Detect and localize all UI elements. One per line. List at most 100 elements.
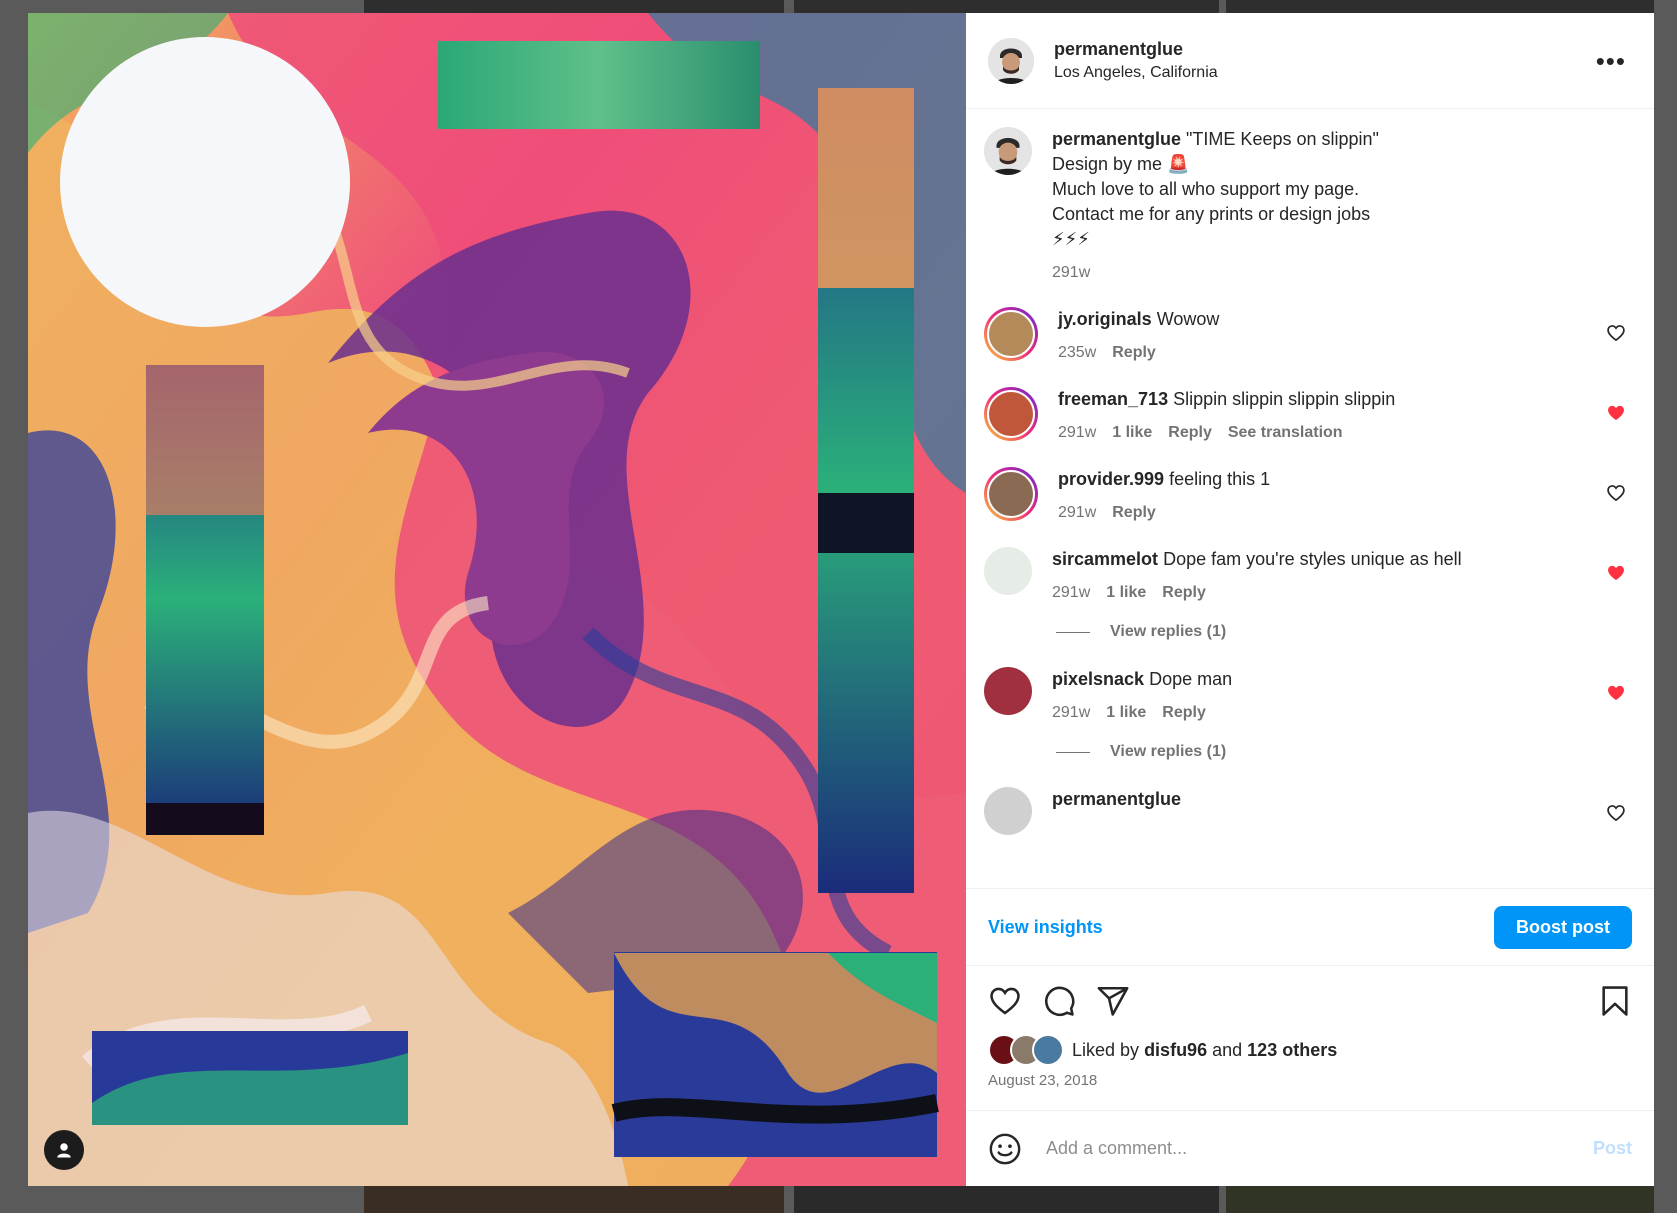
post-side-panel: permanentglue Los Angeles, California ••…	[966, 13, 1654, 1186]
caption-text: "TIME Keeps on slippin"	[1186, 129, 1379, 149]
liker-avatars[interactable]	[988, 1034, 1064, 1066]
comment-time[interactable]: 291w	[1058, 420, 1096, 445]
replies-divider	[1056, 631, 1090, 633]
caption-text: Contact me for any prints or design jobs	[1052, 204, 1371, 224]
owner-username[interactable]: permanentglue	[1054, 39, 1590, 60]
commenter-avatar[interactable]	[987, 470, 1035, 518]
emoji-icon[interactable]	[988, 1132, 1022, 1166]
more-options-icon[interactable]: •••	[1590, 48, 1632, 74]
liked-heart-icon[interactable]	[1606, 403, 1626, 423]
view-replies-label: View replies (1)	[1110, 743, 1227, 760]
story-ring[interactable]	[984, 467, 1038, 521]
post-header: permanentglue Los Angeles, California ••…	[966, 13, 1654, 109]
comment-row: jy.originals Wowow 235w Reply	[984, 307, 1636, 365]
comment-time[interactable]: 235w	[1058, 340, 1096, 365]
comments-list[interactable]: permanentglue "TIME Keeps on slippin" De…	[966, 109, 1654, 888]
commenter-username[interactable]: provider.999	[1058, 469, 1164, 489]
reply-button[interactable]: Reply	[1112, 340, 1156, 365]
post-date[interactable]: August 23, 2018	[988, 1072, 1632, 1089]
boost-post-button[interactable]: Boost post	[1494, 905, 1632, 949]
scroll-fade	[966, 874, 1654, 888]
comment-time[interactable]: 291w	[1052, 700, 1090, 725]
heart-icon[interactable]	[1606, 323, 1626, 343]
caption-username[interactable]: permanentglue	[1052, 129, 1181, 149]
like-heart-icon[interactable]	[988, 984, 1022, 1018]
caption-time[interactable]: 291w	[1052, 260, 1090, 285]
see-translation-button[interactable]: See translation	[1228, 420, 1343, 445]
background-tile	[794, 1186, 1219, 1213]
post-actions: Liked by disfu96 and 123 others August 2…	[966, 966, 1654, 1110]
background-tile	[1226, 1186, 1654, 1213]
comment-input[interactable]	[1044, 1137, 1593, 1160]
view-replies-label: View replies (1)	[1110, 623, 1227, 640]
post-location[interactable]: Los Angeles, California	[1054, 64, 1590, 82]
heart-icon[interactable]	[1606, 803, 1626, 823]
save-bookmark-icon[interactable]	[1598, 984, 1632, 1018]
owner-avatar[interactable]	[988, 37, 1034, 84]
background-tile	[1226, 0, 1654, 13]
avatar-image	[988, 37, 1034, 84]
caption-text: ⚡⚡⚡	[1052, 229, 1090, 249]
comment-container: jy.originals Wowow 235w Reply freeman_713 S…	[984, 307, 1636, 835]
liked-heart-icon[interactable]	[1606, 563, 1626, 583]
caption-avatar[interactable]	[984, 127, 1032, 175]
view-replies-button[interactable]: View replies (1)	[1056, 743, 1636, 761]
reply-button[interactable]: Reply	[1162, 700, 1206, 725]
comment-text: Wowow	[1156, 309, 1220, 329]
marbled-artwork	[28, 13, 966, 1186]
likes-prefix: Liked by	[1072, 1039, 1140, 1060]
commenter-username[interactable]: pixelsnack	[1052, 669, 1144, 689]
add-comment-bar: Post	[966, 1110, 1654, 1186]
comment-text: Slippin slippin slippin slippin	[1173, 389, 1396, 409]
tagged-users-button[interactable]	[44, 1130, 84, 1170]
comment-time[interactable]: 291w	[1058, 500, 1096, 525]
liked-heart-icon[interactable]	[1606, 683, 1626, 703]
replies-divider	[1056, 751, 1090, 753]
comment-bubble-icon[interactable]	[1042, 984, 1076, 1018]
heart-icon[interactable]	[1606, 483, 1626, 503]
story-ring[interactable]	[984, 387, 1038, 441]
comment-row: freeman_713 Slippin slippin slippin slip…	[984, 387, 1636, 445]
reply-button[interactable]: Reply	[1162, 580, 1206, 605]
caption-text: Much love to all who support my page.	[1052, 179, 1360, 199]
post-image[interactable]	[28, 13, 966, 1186]
comment-row: sircammelot Dope fam you're styles uniqu…	[984, 547, 1636, 605]
comment-text: Dope man	[1149, 669, 1233, 689]
liker-avatar	[1032, 1034, 1064, 1066]
reply-button[interactable]: Reply	[1168, 420, 1212, 445]
likes-summary: Liked by disfu96 and 123 others	[988, 1034, 1632, 1066]
caption: permanentglue "TIME Keeps on slippin" De…	[984, 127, 1636, 285]
story-ring[interactable]	[984, 307, 1038, 361]
view-insights-link[interactable]: View insights	[988, 917, 1103, 938]
commenter-username[interactable]: freeman_713	[1058, 389, 1168, 409]
reply-button[interactable]: Reply	[1112, 500, 1156, 525]
share-send-icon[interactable]	[1096, 984, 1130, 1018]
comment-time[interactable]: 291w	[1052, 580, 1090, 605]
comment-like-count[interactable]: 1 like	[1112, 420, 1152, 445]
commenter-username[interactable]: sircammelot	[1052, 549, 1158, 569]
comment-row: provider.999 feeling this 1 291w Reply	[984, 467, 1636, 525]
post-modal: permanentglue Los Angeles, California ••…	[28, 13, 1654, 1186]
liker-username[interactable]: disfu96	[1144, 1040, 1207, 1061]
commenter-avatar[interactable]	[984, 667, 1032, 715]
commenter-avatar[interactable]	[984, 787, 1032, 835]
background-tile	[794, 0, 1219, 13]
caption-text: Design by me 🚨	[1052, 154, 1190, 174]
user-icon	[57, 1143, 71, 1158]
view-replies-button[interactable]: View replies (1)	[1056, 623, 1636, 641]
post-comment-button[interactable]: Post	[1593, 1138, 1632, 1159]
avatar-image	[984, 127, 1032, 175]
comment-row: pixelsnack Dope man 291w 1 like Reply	[984, 667, 1636, 725]
background-tile	[364, 0, 784, 13]
commenter-username[interactable]: jy.originals	[1058, 309, 1152, 329]
likes-count[interactable]: 123 others	[1247, 1040, 1337, 1061]
commenter-avatar[interactable]	[987, 390, 1035, 438]
comment-row: permanentglue	[984, 787, 1636, 835]
commenter-username[interactable]: permanentglue	[1052, 789, 1181, 809]
comment-text: Dope fam you're styles unique as hell	[1163, 549, 1462, 569]
comment-like-count[interactable]: 1 like	[1106, 700, 1146, 725]
commenter-avatar[interactable]	[987, 310, 1035, 358]
background-tile	[364, 1186, 784, 1213]
comment-like-count[interactable]: 1 like	[1106, 580, 1146, 605]
commenter-avatar[interactable]	[984, 547, 1032, 595]
